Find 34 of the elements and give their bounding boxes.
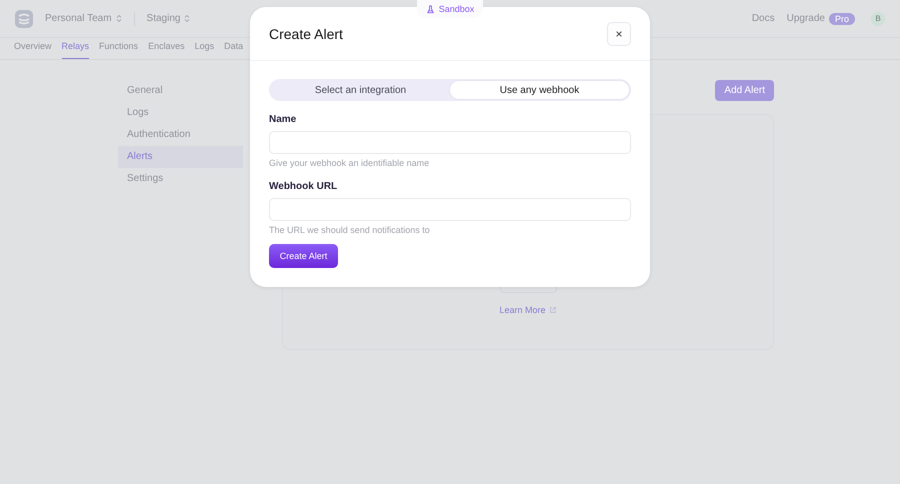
add-alert-button[interactable]: Add Alert xyxy=(715,80,774,101)
logo-icon xyxy=(15,10,33,28)
sidebar-item[interactable]: Authentication xyxy=(118,124,243,146)
sidebar-item[interactable]: Logs xyxy=(118,102,243,124)
dialog-title: Create Alert xyxy=(269,26,343,42)
environment-selector[interactable]: Staging xyxy=(146,13,190,24)
learn-more-link[interactable]: Learn More xyxy=(499,305,557,315)
plan-badge: Pro xyxy=(828,12,855,24)
docs-link[interactable]: Docs xyxy=(752,13,775,24)
nav-tab[interactable]: Functions xyxy=(99,38,138,59)
close-button[interactable]: × xyxy=(607,22,631,46)
segment-tab[interactable]: Select an integration xyxy=(271,81,450,99)
nav-tab[interactable]: Logs xyxy=(194,38,214,59)
upgrade-link[interactable]: Upgrade xyxy=(786,13,825,24)
nav-tab[interactable]: Relays xyxy=(62,38,90,59)
flask-icon xyxy=(426,4,435,14)
chevron-up-down-icon xyxy=(184,14,190,23)
sidebar-item[interactable]: General xyxy=(118,80,243,102)
sidebar-item[interactable]: Settings xyxy=(118,168,243,190)
chevron-up-down-icon xyxy=(116,14,122,23)
field-help: The URL we should send notifications to xyxy=(269,225,431,235)
field-label: Webhook URL xyxy=(269,181,338,192)
nav-tab[interactable]: Enclaves xyxy=(148,38,185,59)
avatar[interactable]: B xyxy=(871,12,885,26)
create-alert-button[interactable]: Create Alert xyxy=(269,244,338,268)
field-help: Give your webhook an identifiable name xyxy=(269,158,430,168)
sandbox-label: Sandbox xyxy=(438,4,474,14)
nav-tab[interactable]: Overview xyxy=(14,38,52,59)
nav-tab[interactable]: Data xyxy=(224,38,244,59)
external-link-icon xyxy=(548,306,557,314)
sidebar-item[interactable]: Alerts xyxy=(118,146,243,168)
field-label: Name xyxy=(269,114,298,125)
team-selector[interactable]: Personal Team xyxy=(45,13,122,24)
segment-tab[interactable]: Use any webhook xyxy=(450,81,629,99)
